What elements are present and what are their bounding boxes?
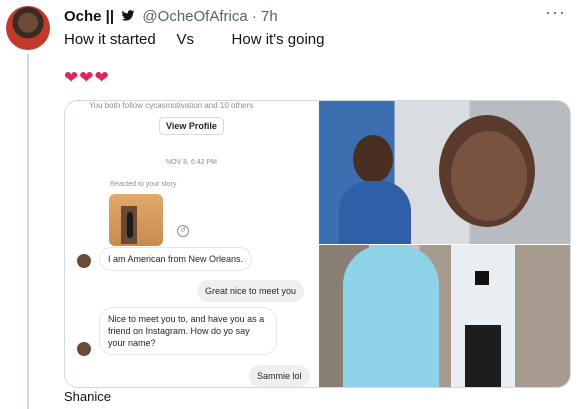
avatar[interactable] [6, 6, 50, 50]
more-icon[interactable]: ··· [545, 2, 566, 23]
wedding-photo[interactable] [319, 245, 570, 387]
selfie-photo[interactable] [319, 101, 570, 244]
twitter-bird-icon [121, 10, 135, 21]
sender-avatar [77, 342, 91, 356]
message-bubble: Great nice to meet you [197, 280, 305, 302]
hearts-emoji: ❤❤❤ [64, 68, 110, 87]
tweet-time[interactable]: 7h [261, 8, 278, 25]
media-grid[interactable]: You both follow cycasmotivation and 10 o… [64, 100, 571, 388]
tweet-text: How it started Vs How it's going [64, 31, 325, 48]
chat-screenshot[interactable]: You both follow cycasmotivation and 10 o… [65, 101, 318, 387]
reply-icon: ↺ [177, 225, 189, 237]
author-handle[interactable]: @OcheOfAfrica [142, 8, 247, 25]
separator-dot: · [251, 8, 257, 25]
mutual-follow-text: You both follow cycasmotivation and 10 o… [89, 101, 254, 110]
next-tweet-text: Shanice [64, 389, 111, 404]
thread-line [27, 54, 29, 409]
sender-avatar [77, 254, 91, 268]
chat-date: NOV 8, 6:42 PM [166, 159, 217, 166]
author-name[interactable]: Oche || [64, 8, 114, 25]
message-bubble: I am American from New Orleans. [99, 247, 253, 271]
tweet-header: Oche || @OcheOfAfrica · 7h [64, 8, 278, 25]
view-profile-button: View Profile [159, 117, 224, 135]
message-bubble: Nice to meet you to, and have you as a f… [99, 307, 277, 355]
story-thumbnail [109, 194, 163, 246]
story-reaction-label: Reacted to your story [110, 181, 177, 188]
message-bubble: Sammie lol [249, 365, 310, 387]
